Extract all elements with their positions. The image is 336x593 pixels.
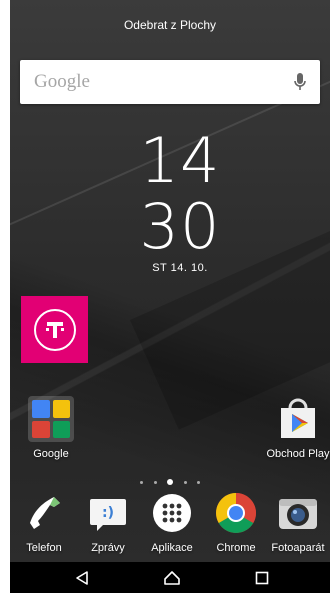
dock-label: Telefon (26, 542, 62, 554)
clock-widget[interactable]: 14 30 ST 14. 10. (110, 124, 250, 275)
remove-from-home-bar[interactable]: Odebrat z Plochy (10, 0, 330, 50)
google-folder-label: Google (33, 448, 69, 460)
dock-item-camera[interactable]: Fotoaparát (266, 490, 330, 554)
phone-icon (21, 490, 67, 536)
t-mobile-icon (33, 308, 76, 351)
clock-minutes: 30 (139, 190, 221, 263)
home-button[interactable] (142, 562, 202, 593)
navigation-bar (10, 562, 330, 593)
google-folder-icon (28, 396, 74, 442)
messages-icon: :) (85, 490, 131, 536)
app-drawer-icon (149, 490, 195, 536)
camera-icon (275, 490, 321, 536)
chrome-icon (213, 490, 259, 536)
play-store-label: Obchod Play (266, 448, 330, 460)
home-screen: Odebrat z Plochy 14 30 ST 14. 10. (10, 0, 330, 593)
play-store-icon (275, 396, 321, 442)
back-icon (76, 570, 88, 585)
dock-label: Chrome (216, 542, 256, 554)
dock-label: Fotoaparát (271, 542, 325, 554)
play-store-shortcut[interactable]: Obchod Play (258, 396, 330, 460)
search-input[interactable] (20, 70, 280, 94)
dock: Telefon :) Zprávy Aplikace Chrome Fotoap… (10, 490, 330, 560)
remove-from-home-label: Odebrat z Plochy (123, 18, 217, 32)
dock-item-messages[interactable]: :) Zprávy (76, 490, 140, 554)
dock-item-chrome[interactable]: Chrome (204, 490, 268, 554)
recents-icon (255, 571, 269, 584)
page-dot (183, 480, 187, 484)
recents-button[interactable] (232, 562, 292, 593)
dock-label: Aplikace (151, 542, 193, 554)
page-dot-active (167, 479, 173, 485)
home-icon (164, 570, 180, 585)
dock-item-phone[interactable]: Telefon (12, 490, 76, 554)
mic-icon[interactable] (280, 60, 320, 104)
page-dot (153, 480, 157, 484)
google-folder[interactable]: Google (11, 396, 91, 460)
dock-label: Zprávy (91, 542, 125, 554)
google-search-widget[interactable] (20, 60, 320, 104)
clock-hours: 14 (139, 124, 221, 197)
clock-date: ST 14. 10. (152, 262, 208, 274)
dock-item-app-drawer[interactable]: Aplikace (140, 490, 204, 554)
page-dot (140, 480, 143, 484)
page-indicator (140, 479, 200, 485)
svg-text::): :) (102, 505, 114, 521)
page-dot (197, 480, 200, 484)
back-button[interactable] (52, 562, 112, 593)
t-mobile-widget[interactable] (21, 296, 88, 363)
